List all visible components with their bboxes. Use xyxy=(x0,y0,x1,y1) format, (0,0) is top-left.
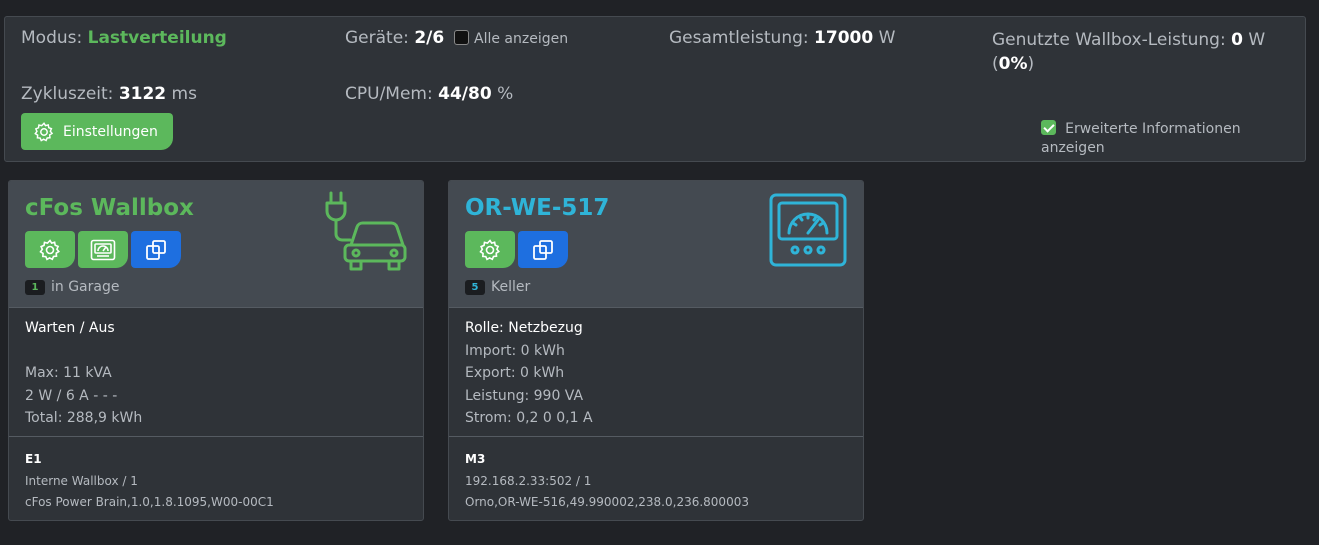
wallbox-power-value: 0 xyxy=(1231,30,1243,50)
open-external-button[interactable] xyxy=(131,231,181,268)
device-id: E1 xyxy=(25,452,42,466)
total-power-value: 17000 xyxy=(814,28,874,48)
divider xyxy=(9,436,423,437)
location-badge: 1 xyxy=(25,279,45,295)
gear-icon xyxy=(34,121,54,142)
status-text: Warten / Aus xyxy=(25,320,115,336)
gear-icon xyxy=(39,238,60,261)
device-title[interactable]: cFos Wallbox xyxy=(25,195,194,221)
show-all-checkbox[interactable] xyxy=(453,30,469,45)
device-status: Rolle: Netzbezug Import: 0 kWh Export: 0… xyxy=(465,317,593,430)
meter-button[interactable] xyxy=(78,231,128,268)
wallbox-power-label: Genutzte Wallbox-Leistung: xyxy=(992,30,1226,50)
advanced-info-toggle[interactable]: Erweiterte Informationen anzeigen xyxy=(1041,118,1305,156)
status-text: Rolle: Netzbezug xyxy=(465,320,583,336)
wallbox-power-percent: 0% xyxy=(998,54,1028,74)
card-header: cFos Wallbox 1 in Garage xyxy=(9,181,423,308)
location-label: in Garage xyxy=(51,279,120,295)
device-card-wallbox: cFos Wallbox 1 in Garage Warten / Aus Ma… xyxy=(8,180,424,521)
device-info: E1 Interne Wallbox / 1 cFos Power Brain,… xyxy=(25,449,274,514)
cpu-mem-unit: % xyxy=(497,84,514,104)
open-external-button[interactable] xyxy=(518,231,568,268)
status-line: Import: 0 kWh xyxy=(465,342,565,359)
divider xyxy=(449,436,863,437)
car-charger-icon xyxy=(325,191,407,271)
external-window-icon xyxy=(533,239,553,260)
devices-stat: Geräte: 2/6 Alle anzeigen xyxy=(345,28,568,48)
device-location: 5 Keller xyxy=(465,279,530,295)
status-line: Max: 11 kVA xyxy=(25,365,112,381)
status-line: Export: 0 kWh xyxy=(465,365,565,381)
status-line xyxy=(25,340,142,363)
mode-stat: Modus: Lastverteilung xyxy=(21,28,227,48)
total-power-unit: W xyxy=(878,28,896,48)
device-id: M3 xyxy=(465,452,486,466)
device-info: M3 192.168.2.33:502 / 1 Orno,OR-WE-516,4… xyxy=(465,449,749,514)
cycle-time-label: Zykluszeit: xyxy=(21,84,114,104)
cpu-mem-label: CPU/Mem: xyxy=(345,84,433,104)
devices-value: 2/6 xyxy=(414,28,445,48)
advanced-info-checkbox[interactable] xyxy=(1041,120,1056,135)
cycle-time-stat: Zykluszeit: 3122 ms xyxy=(21,84,197,104)
gear-icon xyxy=(479,238,500,261)
device-actions xyxy=(25,231,181,268)
location-badge: 5 xyxy=(465,279,485,295)
device-address: 192.168.2.33:502 / 1 xyxy=(465,473,592,488)
status-line: Leistung: 990 VA xyxy=(465,387,584,404)
device-settings-button[interactable] xyxy=(25,231,75,268)
external-window-icon xyxy=(146,239,166,260)
mode-value: Lastverteilung xyxy=(87,28,227,48)
total-power-label: Gesamtleistung: xyxy=(669,28,809,48)
wallbox-power-stat: Genutzte Wallbox-Leistung: 0 W (0%) xyxy=(992,28,1265,76)
card-header: OR-WE-517 5 Keller xyxy=(449,181,863,308)
device-location: 1 in Garage xyxy=(25,279,119,295)
wallbox-pct-open: ( xyxy=(992,54,999,74)
cpu-mem-value: 44/80 xyxy=(438,84,492,104)
meter-gauge-icon xyxy=(769,193,847,267)
cycle-time-unit: ms xyxy=(171,84,197,104)
status-line: Total: 288,9 kWh xyxy=(25,410,143,426)
device-title[interactable]: OR-WE-517 xyxy=(465,195,609,221)
device-firmware: Orno,OR-WE-516,49.990002,238.0,236.80000… xyxy=(465,495,749,509)
device-address: Interne Wallbox / 1 xyxy=(25,473,138,488)
status-header: Modus: Lastverteilung Geräte: 2/6 Alle a… xyxy=(4,16,1306,162)
cycle-time-value: 3122 xyxy=(118,84,167,104)
device-status: Warten / Aus Max: 11 kVA 2 W / 6 A - - -… xyxy=(25,317,142,430)
device-firmware: cFos Power Brain,1.0,1.8.1095,W00-00C1 xyxy=(25,495,274,509)
device-settings-button[interactable] xyxy=(465,231,515,268)
status-line: Strom: 0,2 0 0,1 A xyxy=(465,410,593,426)
settings-button[interactable]: Einstellungen xyxy=(21,113,173,150)
wallbox-power-unit: W xyxy=(1248,30,1266,50)
wallbox-pct-close: ) xyxy=(1027,54,1035,74)
total-power-stat: Gesamtleistung: 17000 W xyxy=(669,28,895,48)
device-card-meter: OR-WE-517 5 Keller Rolle: Netzbezug Impo… xyxy=(448,180,864,521)
cpu-mem-stat: CPU/Mem: 44/80 % xyxy=(345,84,513,104)
mode-label: Modus: xyxy=(21,28,83,48)
settings-button-label: Einstellungen xyxy=(63,123,158,140)
devices-label: Geräte: xyxy=(345,28,409,48)
location-label: Keller xyxy=(491,279,531,295)
advanced-info-label[interactable]: Erweiterte Informationen anzeigen xyxy=(1041,121,1241,156)
status-line: 2 W / 6 A - - - xyxy=(25,387,118,404)
meter-icon xyxy=(90,239,116,260)
device-actions xyxy=(465,231,568,268)
show-all-label[interactable]: Alle anzeigen xyxy=(474,31,568,47)
